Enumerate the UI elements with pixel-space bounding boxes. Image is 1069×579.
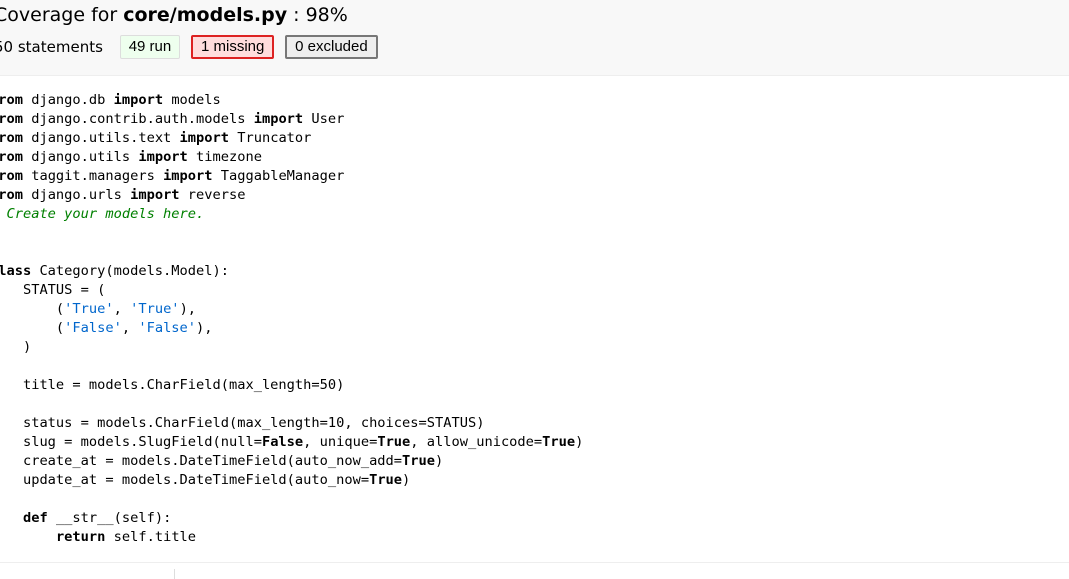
string-token: 'True' [130,301,180,317]
code-token: create_at = models.DateTimeField(auto_no… [0,453,403,469]
source-line [0,490,583,509]
keyword-token: class [0,263,32,279]
source-line: from taggit.managers import TaggableMana… [0,167,583,186]
string-token: 'True' [64,301,114,317]
keyword-token: from [0,130,23,146]
footer [0,562,1069,579]
source-line: from django.contrib.auth.models import U… [0,110,583,129]
code-token: ) [435,453,444,469]
code-token: ) [575,434,584,450]
code-token: django.db [22,92,114,108]
page-title: Coverage for core/models.py : 98% [0,2,348,28]
code-token: Truncator [229,130,312,146]
source-line: class Category(models.Model): [0,262,583,281]
code-token: Category(models.Model): [31,263,229,279]
string-token: 'False' [138,320,197,336]
keyword-token: from [0,111,23,127]
code-token: User [303,111,345,127]
source-line: return self.title [0,528,583,547]
title-prefix: Coverage for [0,4,124,26]
keyword-token: import [253,111,304,127]
source-line: STATUS = ( [0,281,583,300]
code-token: ( [55,301,65,317]
source-line: create_at = models.DateTimeField(auto_no… [0,452,583,471]
excluded-toggle-button[interactable]: 0 excluded [285,35,378,59]
run-toggle-button[interactable]: 49 run [119,35,181,59]
keyword-token: import [179,130,229,146]
code-token: update_at = models.DateTimeField(auto_no… [0,472,370,488]
string-token: 'False' [64,320,122,336]
missing-toggle-button[interactable]: 1 missing [191,35,275,59]
source-line [0,224,583,243]
code-token: self.title [105,529,197,545]
source-line: ('False', 'False'), [0,319,583,338]
code-token: , allow_unicode= [410,434,543,450]
source-line: ) [0,338,583,357]
keyword-token: import [130,187,180,203]
keyword-token: from [0,187,23,203]
file-name: core/models.py [123,4,288,26]
source-line: update_at = models.DateTimeField(auto_no… [0,471,583,490]
code-token: django.urls [22,187,131,203]
source-line: from django.db import models [0,91,583,110]
coverage-header: Coverage for core/models.py : 98% 50 sta… [0,0,1069,76]
code-token: timezone [187,149,262,165]
source-line: def __str__(self): [0,509,583,528]
keyword-token: True [542,434,576,450]
keyword-token: from [0,149,23,165]
keyword-token: import [138,149,188,165]
source-line: # Create your models here. [0,205,583,224]
source-line [0,243,583,262]
source-line: status = models.CharField(max_length=10,… [0,414,583,433]
keyword-token: import [163,168,213,184]
code-token: reverse [179,187,246,203]
source-line: from django.utils import timezone [0,148,583,167]
keyword-token: return [55,529,106,545]
code-token: , unique= [303,434,378,450]
source-line: ('True', 'True'), [0,300,583,319]
keyword-token: True [377,434,411,450]
code-token: __str__(self): [47,510,172,526]
source-line [0,395,583,414]
source-code: from django.db import modelsfrom django.… [0,91,583,547]
keyword-token: def [22,510,48,526]
code-token: title = models.CharField(max_length=50) [0,377,345,393]
code-token: django.utils.text [22,130,180,146]
code-token: taggit.managers [22,168,164,184]
code-token: ( [55,320,65,336]
source-line [0,357,583,376]
stats-bar: 50 statements 49 run 1 missing 0 exclude… [0,35,384,59]
source-line: slug = models.SlugField(null=False, uniq… [0,433,583,452]
code-token: STATUS = ( [0,282,106,298]
source-line: from django.utils.text import Truncator [0,129,583,148]
comment-token: # Create your models here. [0,206,205,222]
code-token: slug = models.SlugField(null= [0,434,262,450]
code-token: ) [22,339,32,355]
code-token: ), [196,320,213,336]
keyword-token: import [113,92,164,108]
statements-count: 50 statements [0,38,103,56]
keyword-token: False [261,434,304,450]
code-token: ) [402,472,411,488]
keyword-token: from [0,92,23,108]
code-token: status = models.CharField(max_length=10,… [0,415,485,431]
code-token: , [121,320,139,336]
source-line: title = models.CharField(max_length=50) [0,376,583,395]
code-token: django.utils [22,149,139,165]
code-token: django.contrib.auth.models [22,111,254,127]
code-token: ), [179,301,197,317]
code-token: models [163,92,221,108]
code-token: TaggableManager [212,168,345,184]
code-token: , [113,301,131,317]
keyword-token: True [402,453,435,469]
coverage-percent: : 98% [287,4,348,26]
keyword-token: True [369,472,403,488]
keyword-token: from [0,168,23,184]
source-line: from django.urls import reverse [0,186,583,205]
